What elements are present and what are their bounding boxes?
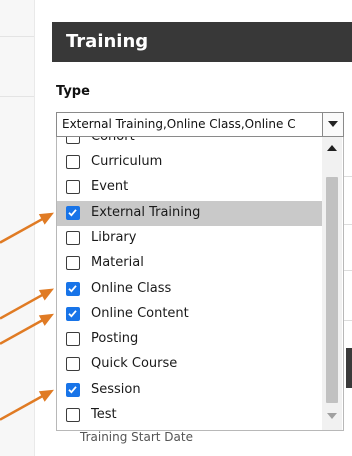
checkmark-icon bbox=[68, 284, 77, 293]
dropdown-option-library[interactable]: Library bbox=[57, 226, 323, 251]
background-field-label: Training Start Date bbox=[80, 430, 193, 444]
option-label: Cohort bbox=[91, 137, 135, 144]
checkbox[interactable] bbox=[66, 357, 80, 372]
background-divider bbox=[344, 176, 352, 177]
section-header: Training bbox=[52, 22, 352, 62]
checkbox[interactable] bbox=[66, 382, 80, 397]
checkbox[interactable] bbox=[66, 205, 80, 220]
dropdown-option-external-training[interactable]: External Training bbox=[57, 200, 323, 226]
background-panel bbox=[346, 348, 352, 388]
dropdown-option-posting[interactable]: Posting bbox=[57, 327, 323, 352]
dropdown-option-test[interactable]: Test bbox=[57, 403, 323, 428]
option-label: Quick Course bbox=[91, 356, 178, 372]
option-label: Event bbox=[91, 179, 129, 195]
checkbox[interactable] bbox=[66, 332, 80, 347]
checkbox[interactable] bbox=[66, 230, 80, 245]
background-divider bbox=[344, 320, 352, 321]
triangle-down-icon[interactable] bbox=[327, 413, 337, 419]
type-field-label: Type bbox=[56, 84, 90, 99]
type-select[interactable]: External Training,Online Class,Online C bbox=[56, 112, 344, 137]
dropdown-option-online-content[interactable]: Online Content bbox=[57, 302, 323, 327]
dropdown-option-curriculum[interactable]: Curriculum bbox=[57, 150, 323, 175]
checkbox[interactable] bbox=[66, 408, 80, 422]
triangle-up-icon[interactable] bbox=[327, 145, 337, 151]
dropdown-option-event[interactable]: Event bbox=[57, 175, 323, 200]
checkbox[interactable] bbox=[66, 180, 80, 195]
option-label: Online Class bbox=[91, 280, 172, 296]
checkbox[interactable] bbox=[66, 137, 80, 144]
option-label: Online Content bbox=[91, 305, 189, 321]
dropdown-option-material[interactable]: Material bbox=[57, 251, 323, 276]
checkmark-icon bbox=[68, 310, 77, 318]
checkbox[interactable] bbox=[66, 281, 80, 296]
chevron-down-icon bbox=[328, 121, 338, 127]
dropdown-option-online-class[interactable]: Online Class bbox=[57, 277, 323, 302]
checkbox[interactable] bbox=[66, 306, 80, 321]
checkbox[interactable] bbox=[66, 256, 80, 271]
background-divider bbox=[344, 270, 352, 271]
background-divider bbox=[344, 224, 352, 225]
option-label: External Training bbox=[91, 204, 201, 220]
left-sidebar bbox=[0, 0, 34, 456]
sidebar-divider bbox=[0, 36, 34, 37]
type-dropdown-list[interactable]: Cohort Curriculum Event External Training Li… bbox=[56, 137, 344, 431]
dropdown-option-video[interactable]: Video bbox=[57, 428, 323, 430]
page-divider bbox=[34, 0, 35, 456]
type-select-value: External Training,Online Class,Online C bbox=[62, 117, 296, 131]
checkmark-icon bbox=[68, 385, 77, 394]
dropdown-toggle-button[interactable] bbox=[322, 113, 343, 136]
checkbox[interactable] bbox=[66, 155, 80, 169]
dropdown-option-session[interactable]: Session bbox=[57, 378, 323, 403]
scrollbar-thumb[interactable] bbox=[326, 177, 338, 403]
option-label: Posting bbox=[91, 331, 139, 347]
option-label: Curriculum bbox=[91, 154, 163, 169]
option-label: Library bbox=[91, 229, 137, 245]
option-label: Test bbox=[91, 407, 117, 422]
dropdown-option-partial[interactable]: Cohort bbox=[57, 137, 323, 150]
checkmark-icon bbox=[68, 208, 77, 217]
dropdown-scrollbar[interactable] bbox=[322, 137, 342, 430]
dropdown-option-quick-course[interactable]: Quick Course bbox=[57, 352, 323, 377]
option-label: Session bbox=[91, 381, 141, 397]
sidebar-divider bbox=[0, 96, 34, 97]
option-label: Material bbox=[91, 255, 144, 271]
